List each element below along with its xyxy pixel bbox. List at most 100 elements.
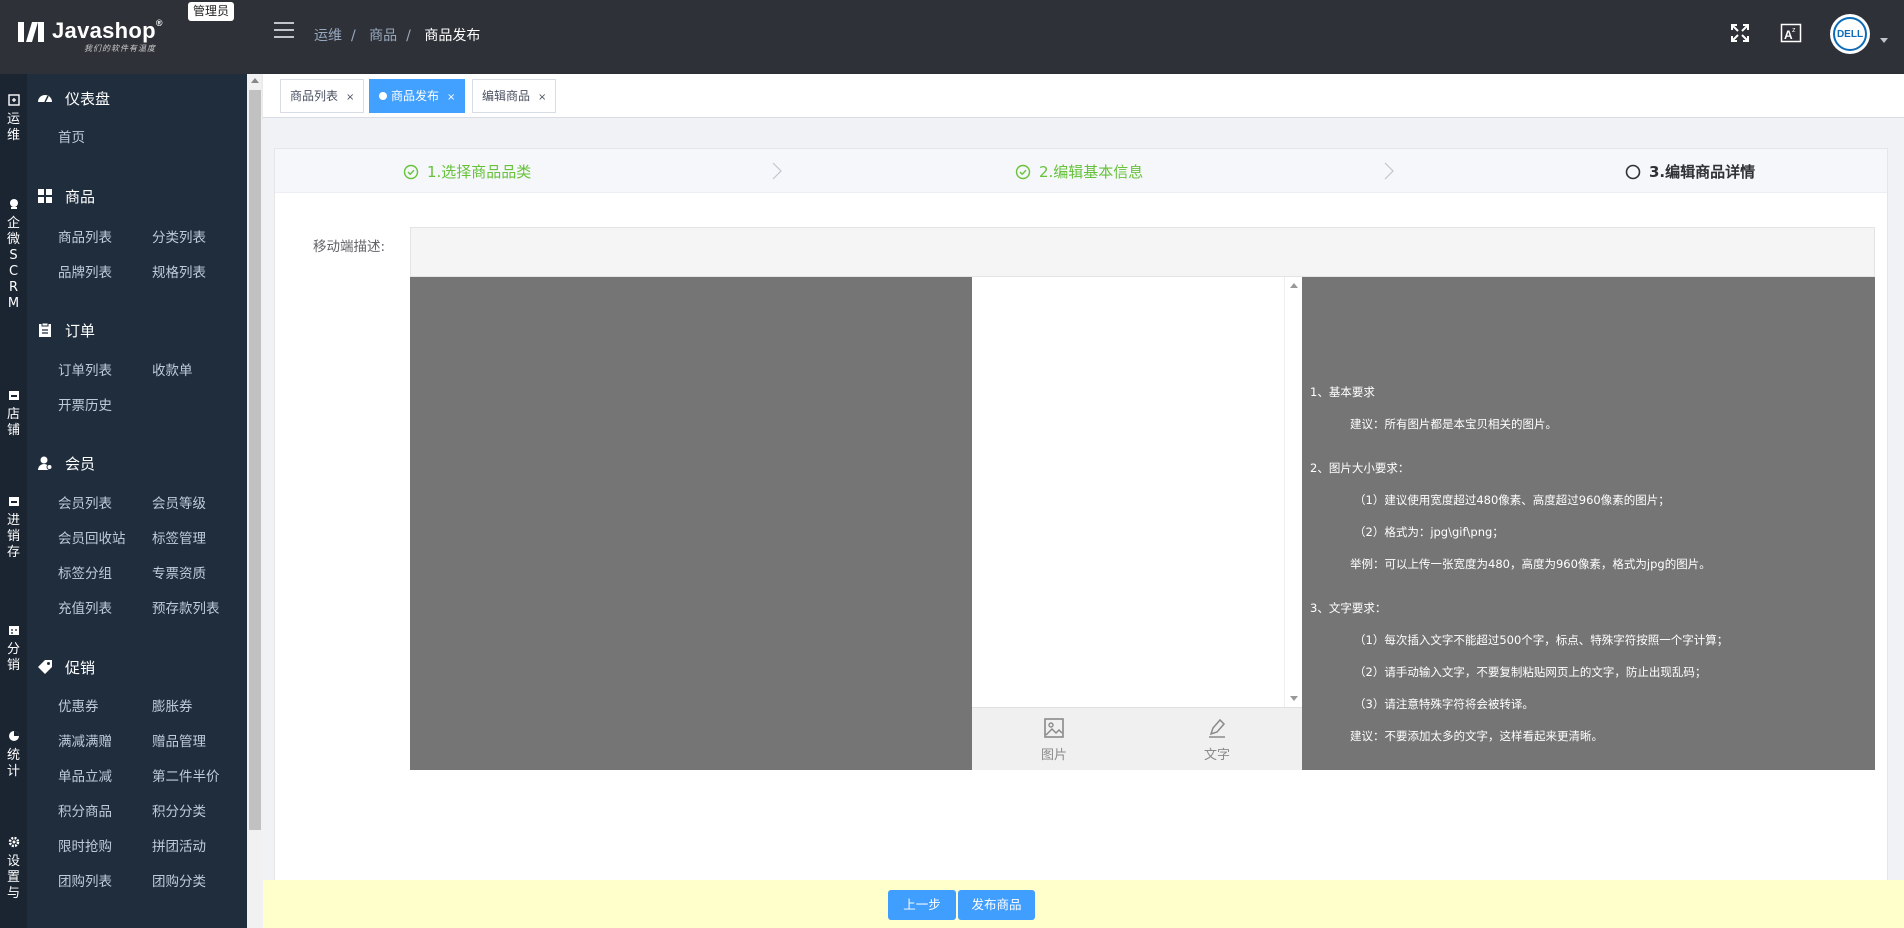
menu-item[interactable]: 积分分类 <box>152 800 206 820</box>
menu-item[interactable]: 预存款列表 <box>152 597 220 617</box>
rule-line: （1）建议使用宽度超过480像素、高度超过960像素的图片； <box>1354 493 1670 507</box>
scrollbar-thumb[interactable] <box>249 90 261 830</box>
image-icon <box>1044 718 1064 738</box>
menu-item[interactable]: 会员等级 <box>152 492 206 512</box>
svg-text:z: z <box>1792 27 1796 34</box>
check-circle-icon <box>403 164 419 179</box>
rule-line: 3、文字要求： <box>1310 601 1387 615</box>
insert-image-button[interactable]: 图片 <box>1024 716 1084 763</box>
menu-group-title[interactable]: 促销 <box>37 657 95 677</box>
scrm-icon <box>9 199 18 209</box>
tab-goods-publish[interactable]: 商品发布 × <box>369 79 466 113</box>
menu-item[interactable]: 团购分类 <box>152 870 206 890</box>
tab-goods-edit[interactable]: 编辑商品 × <box>472 79 557 113</box>
menu-item[interactable]: 第二件半价 <box>152 765 220 785</box>
close-icon[interactable]: × <box>346 92 354 103</box>
mobile-editor: 图片 文字 1、基本要求 建议：所有图片都是本宝贝相关的图片。 2、图片大小要求… <box>410 277 1875 770</box>
breadcrumb-item[interactable]: 运维 <box>314 28 342 44</box>
menu-item[interactable]: 商品列表 <box>58 226 112 246</box>
menu-item[interactable]: 规格列表 <box>152 261 206 281</box>
sidebar: 仪表盘 首页 商品 商品列表 分类列表 品牌列表 规格列表 订单 订单列表 收款… <box>27 74 247 928</box>
publish-goods-button[interactable]: 发布商品 <box>958 890 1035 920</box>
menu-item[interactable]: 开票历史 <box>58 394 112 414</box>
phone-tools: 图片 文字 <box>972 707 1302 770</box>
circle-icon <box>1625 164 1641 179</box>
distribution-icon <box>8 626 19 635</box>
menu-item[interactable]: 分类列表 <box>152 226 206 246</box>
step-1: 1.选择商品品类 <box>403 161 531 182</box>
fullscreen-icon[interactable] <box>1729 22 1751 44</box>
rail-item-distribution[interactable]: 分销 <box>0 624 27 674</box>
check-circle-icon <box>1015 164 1031 179</box>
phone-scrollbar[interactable] <box>1284 277 1302 707</box>
menu-item[interactable]: 会员列表 <box>58 492 112 512</box>
font-size-icon[interactable]: A z <box>1780 22 1802 44</box>
rail-item-stats[interactable]: 统计 <box>0 730 27 780</box>
menu-group-title[interactable]: 商品 <box>37 186 95 206</box>
rule-line: （2）格式为：jpg\gif\png； <box>1354 525 1504 539</box>
rail-label: 设置与 <box>6 854 20 901</box>
top-header: Javashop® 我们的软件有温度 管理员 运维 / 商品 / 商品发布 A z … <box>0 0 1904 74</box>
menu-item[interactable]: 品牌列表 <box>58 261 112 281</box>
avatar[interactable]: DELL <box>1830 14 1870 54</box>
close-icon[interactable]: × <box>538 92 546 103</box>
javashop-logo-icon <box>18 22 44 42</box>
prev-step-button[interactable]: 上一步 <box>888 890 956 920</box>
rail-item-scrm[interactable]: 企微SCRM <box>0 198 27 312</box>
editor-toolbar-area <box>410 227 1875 277</box>
user-icon <box>38 456 53 470</box>
tag-icon <box>38 660 52 674</box>
scroll-up-arrow-icon[interactable] <box>1290 283 1298 288</box>
menu-item[interactable]: 拼团活动 <box>152 835 206 855</box>
menu-item[interactable]: 满减满赠 <box>58 730 112 750</box>
rail-item-shop[interactable]: 店铺 <box>0 389 27 439</box>
menu-item[interactable]: 团购列表 <box>58 870 112 890</box>
tab-goods-list[interactable]: 商品列表 × <box>280 79 365 113</box>
pen-icon <box>1209 718 1226 738</box>
close-icon[interactable]: × <box>447 92 455 103</box>
avatar-text: DELL <box>1833 17 1867 51</box>
hamburger-menu-icon[interactable] <box>274 22 294 40</box>
action-footer: 上一步 发布商品 <box>263 880 1904 928</box>
breadcrumb: 运维 / 商品 / 商品发布 <box>314 28 481 44</box>
rail-item-settings[interactable]: 设置与 <box>0 836 27 902</box>
rule-line: 举例：可以上传一张宽度为480，高度为960像素，格式为jpg的图片。 <box>1350 557 1711 571</box>
inventory-icon <box>8 497 19 506</box>
menu-item[interactable]: 会员回收站 <box>58 527 126 547</box>
clipboard-icon <box>39 322 51 337</box>
rule-line: （1）每次插入文字不能超过500个字，标点、特殊字符按照一个字计算； <box>1354 633 1729 647</box>
menu-item[interactable]: 积分商品 <box>58 800 112 820</box>
pie-chart-icon <box>8 731 19 741</box>
scroll-down-arrow-icon[interactable] <box>1290 696 1298 701</box>
menu-item[interactable]: 订单列表 <box>58 359 112 379</box>
tags-view: 商品列表 × 商品发布 × 编辑商品 × <box>263 74 1904 118</box>
rule-line: 1、基本要求 <box>1310 385 1375 399</box>
phone-preview[interactable]: 图片 文字 <box>972 277 1302 770</box>
menu-item[interactable]: 膨胀券 <box>152 695 193 715</box>
insert-text-button[interactable]: 文字 <box>1187 716 1247 763</box>
dashboard-icon <box>38 95 52 103</box>
chevron-down-icon[interactable] <box>1880 38 1888 43</box>
menu-item[interactable]: 标签分组 <box>58 562 112 582</box>
menu-item[interactable]: 充值列表 <box>58 597 112 617</box>
menu-item[interactable]: 限时抢购 <box>58 835 112 855</box>
menu-item[interactable]: 标签管理 <box>152 527 206 547</box>
rail-label: 运维 <box>6 112 20 143</box>
gear-icon <box>8 836 19 848</box>
main-content: 1.选择商品品类 2.编辑基本信息 3.编辑商品详情 移动端描述: 图片 文字 … <box>263 118 1904 928</box>
menu-item[interactable]: 收款单 <box>152 359 193 379</box>
menu-item[interactable]: 首页 <box>58 126 85 146</box>
breadcrumb-item[interactable]: 商品 <box>369 28 397 44</box>
breadcrumb-current: 商品发布 <box>424 28 481 44</box>
rail-label: 统计 <box>6 748 20 779</box>
menu-item[interactable]: 专票资质 <box>152 562 206 582</box>
scroll-up-arrow-icon[interactable] <box>251 78 259 83</box>
menu-item[interactable]: 优惠券 <box>58 695 99 715</box>
menu-group-title[interactable]: 仪表盘 <box>37 88 110 108</box>
menu-group-title[interactable]: 会员 <box>37 453 95 473</box>
rail-item-inventory[interactable]: 进销存 <box>0 495 27 561</box>
menu-group-title[interactable]: 订单 <box>37 320 95 340</box>
menu-item[interactable]: 赠品管理 <box>152 730 206 750</box>
rail-item-ops[interactable]: 运维 <box>0 94 27 144</box>
menu-item[interactable]: 单品立减 <box>58 765 112 785</box>
